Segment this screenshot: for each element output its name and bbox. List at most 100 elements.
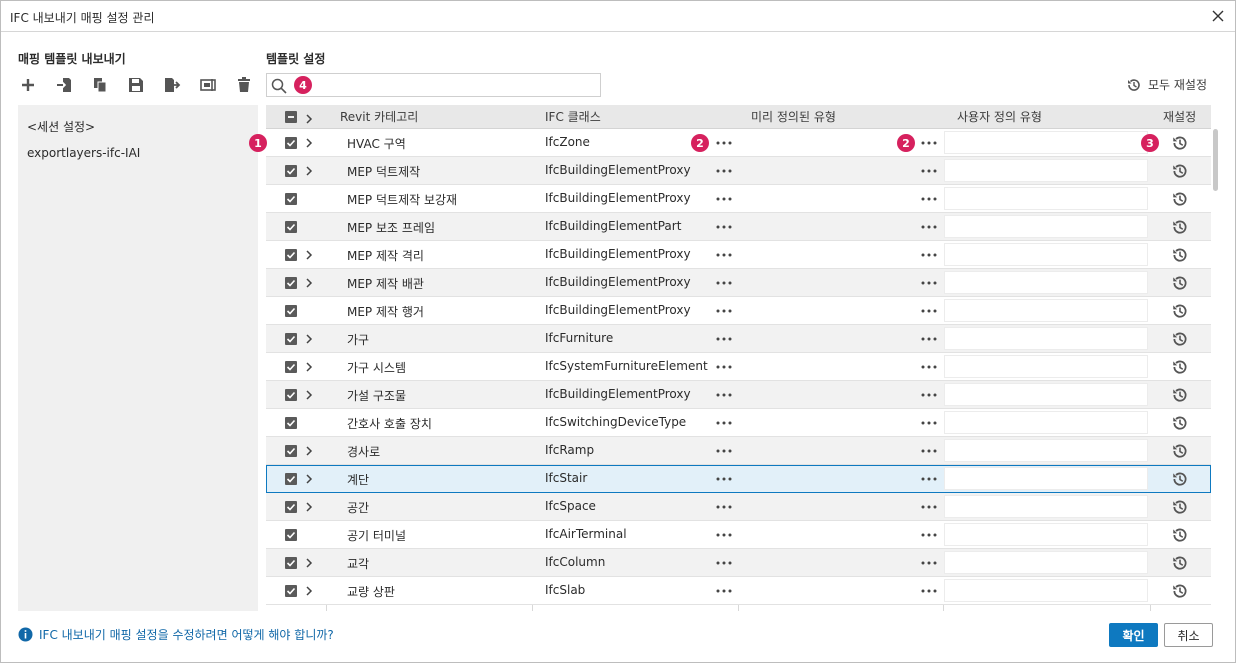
- table-row[interactable]: 공기 터미널 IfcAirTerminal: [266, 521, 1211, 549]
- template-item-exportlayers[interactable]: exportlayers-ifc-IAI: [27, 146, 140, 160]
- ifc-class-more-icon[interactable]: [715, 333, 733, 345]
- row-checkbox[interactable]: [285, 361, 297, 373]
- table-row[interactable]: 공간 IfcSpace: [266, 493, 1211, 521]
- table-row[interactable]: MEP 덕트제작 보강재 IfcBuildingElementProxy: [266, 185, 1211, 213]
- reset-row-icon[interactable]: [1171, 442, 1189, 460]
- col-ifc-class[interactable]: IFC 클래스: [545, 105, 601, 129]
- rename-icon[interactable]: [199, 75, 235, 95]
- user-defined-type-input[interactable]: [944, 215, 1148, 238]
- col-user-defined-type[interactable]: 사용자 정의 유형: [957, 105, 1042, 129]
- reset-row-icon[interactable]: [1171, 526, 1189, 544]
- chevron-right-icon[interactable]: [304, 249, 314, 261]
- user-defined-type-input[interactable]: [944, 243, 1148, 266]
- ifc-class-cell[interactable]: IfcBuildingElementProxy: [545, 247, 691, 261]
- predefined-type-more-icon[interactable]: [920, 277, 938, 289]
- row-checkbox[interactable]: [285, 165, 297, 177]
- template-item-session[interactable]: <세션 설정>: [27, 118, 95, 135]
- reset-row-icon[interactable]: [1171, 582, 1189, 600]
- chevron-right-icon[interactable]: [304, 333, 314, 345]
- ifc-class-more-icon[interactable]: [715, 221, 733, 233]
- reset-row-icon[interactable]: [1171, 190, 1189, 208]
- predefined-type-more-icon[interactable]: [920, 249, 938, 261]
- help-link[interactable]: IFC 내보내기 매핑 설정을 수정하려면 어떻게 해야 합니까?: [18, 626, 334, 643]
- table-row[interactable]: HVAC 구역 IfcZone: [266, 129, 1211, 157]
- ifc-class-cell[interactable]: IfcSystemFurnitureElement: [545, 359, 708, 373]
- user-defined-type-input[interactable]: [944, 439, 1148, 462]
- ifc-class-cell[interactable]: IfcSwitchingDeviceType: [545, 415, 686, 429]
- ifc-class-cell[interactable]: IfcBuildingElementProxy: [545, 303, 691, 317]
- row-checkbox[interactable]: [285, 249, 297, 261]
- reset-row-icon[interactable]: [1171, 246, 1189, 264]
- row-checkbox[interactable]: [285, 445, 297, 457]
- ifc-class-cell[interactable]: IfcBuildingElementProxy: [545, 275, 691, 289]
- user-defined-type-input[interactable]: [944, 131, 1148, 154]
- table-row[interactable]: 간호사 호출 장치 IfcSwitchingDeviceType: [266, 409, 1211, 437]
- ifc-class-cell[interactable]: IfcStair: [545, 471, 587, 485]
- chevron-right-icon[interactable]: [304, 137, 314, 149]
- ifc-class-cell[interactable]: IfcColumn: [545, 555, 605, 569]
- vertical-scrollbar[interactable]: [1212, 105, 1220, 611]
- copy-icon[interactable]: [91, 75, 127, 95]
- user-defined-type-input[interactable]: [944, 523, 1148, 546]
- row-checkbox[interactable]: [285, 557, 297, 569]
- row-checkbox[interactable]: [285, 193, 297, 205]
- reset-row-icon[interactable]: [1171, 554, 1189, 572]
- ifc-class-cell[interactable]: IfcBuildingElementProxy: [545, 387, 691, 401]
- ifc-class-more-icon[interactable]: [715, 417, 733, 429]
- chevron-right-icon[interactable]: [304, 389, 314, 401]
- ifc-class-more-icon[interactable]: [715, 137, 733, 149]
- user-defined-type-input[interactable]: [944, 271, 1148, 294]
- predefined-type-more-icon[interactable]: [920, 361, 938, 373]
- predefined-type-more-icon[interactable]: [920, 557, 938, 569]
- predefined-type-more-icon[interactable]: [920, 165, 938, 177]
- ifc-class-cell[interactable]: IfcSlab: [545, 583, 585, 597]
- row-checkbox[interactable]: [285, 137, 297, 149]
- col-predefined-type[interactable]: 미리 정의된 유형: [751, 105, 836, 129]
- ifc-class-cell[interactable]: IfcBuildingElementPart: [545, 219, 681, 233]
- chevron-right-icon[interactable]: [304, 473, 314, 485]
- select-all-checkbox[interactable]: [285, 111, 297, 123]
- user-defined-type-input[interactable]: [944, 327, 1148, 350]
- close-icon[interactable]: [1209, 7, 1227, 25]
- row-checkbox[interactable]: [285, 333, 297, 345]
- ifc-class-more-icon[interactable]: [715, 389, 733, 401]
- ifc-class-more-icon[interactable]: [715, 361, 733, 373]
- table-row[interactable]: MEP 덕트제작 IfcBuildingElementProxy: [266, 157, 1211, 185]
- ifc-class-cell[interactable]: IfcBuildingElementProxy: [545, 191, 691, 205]
- predefined-type-more-icon[interactable]: [920, 445, 938, 457]
- help-link-text[interactable]: IFC 내보내기 매핑 설정을 수정하려면 어떻게 해야 합니까?: [39, 626, 334, 643]
- ifc-class-cell[interactable]: IfcRamp: [545, 443, 594, 457]
- table-row[interactable]: MEP 제작 배관 IfcBuildingElementProxy: [266, 269, 1211, 297]
- chevron-right-icon[interactable]: [304, 501, 314, 513]
- ifc-class-more-icon[interactable]: [715, 557, 733, 569]
- ifc-class-cell[interactable]: IfcSpace: [545, 499, 596, 513]
- row-checkbox[interactable]: [285, 305, 297, 317]
- ifc-class-more-icon[interactable]: [715, 529, 733, 541]
- ifc-class-cell[interactable]: IfcZone: [545, 135, 590, 149]
- user-defined-type-input[interactable]: [944, 467, 1148, 490]
- user-defined-type-input[interactable]: [944, 495, 1148, 518]
- table-row[interactable]: 가구 IfcFurniture: [266, 325, 1211, 353]
- predefined-type-more-icon[interactable]: [920, 221, 938, 233]
- ifc-class-more-icon[interactable]: [715, 193, 733, 205]
- reset-row-icon[interactable]: [1171, 358, 1189, 376]
- ifc-class-more-icon[interactable]: [715, 249, 733, 261]
- row-checkbox[interactable]: [285, 277, 297, 289]
- reset-row-icon[interactable]: [1171, 414, 1189, 432]
- user-defined-type-input[interactable]: [944, 411, 1148, 434]
- cancel-button[interactable]: 취소: [1164, 623, 1213, 647]
- ifc-class-cell[interactable]: IfcBuildingElementProxy: [545, 163, 691, 177]
- row-checkbox[interactable]: [285, 417, 297, 429]
- table-row[interactable]: MEP 보조 프레임 IfcBuildingElementPart: [266, 213, 1211, 241]
- ifc-class-more-icon[interactable]: [715, 473, 733, 485]
- reset-row-icon[interactable]: [1171, 218, 1189, 236]
- row-checkbox[interactable]: [285, 529, 297, 541]
- table-row[interactable]: 교량 상판 IfcSlab: [266, 577, 1211, 605]
- reset-row-icon[interactable]: [1171, 162, 1189, 180]
- ifc-class-more-icon[interactable]: [715, 585, 733, 597]
- import-icon[interactable]: [55, 75, 91, 95]
- col-reset[interactable]: 재설정: [1163, 105, 1196, 129]
- reset-row-icon[interactable]: [1171, 274, 1189, 292]
- ifc-class-cell[interactable]: IfcFurniture: [545, 331, 613, 345]
- scrollbar-thumb[interactable]: [1213, 129, 1218, 191]
